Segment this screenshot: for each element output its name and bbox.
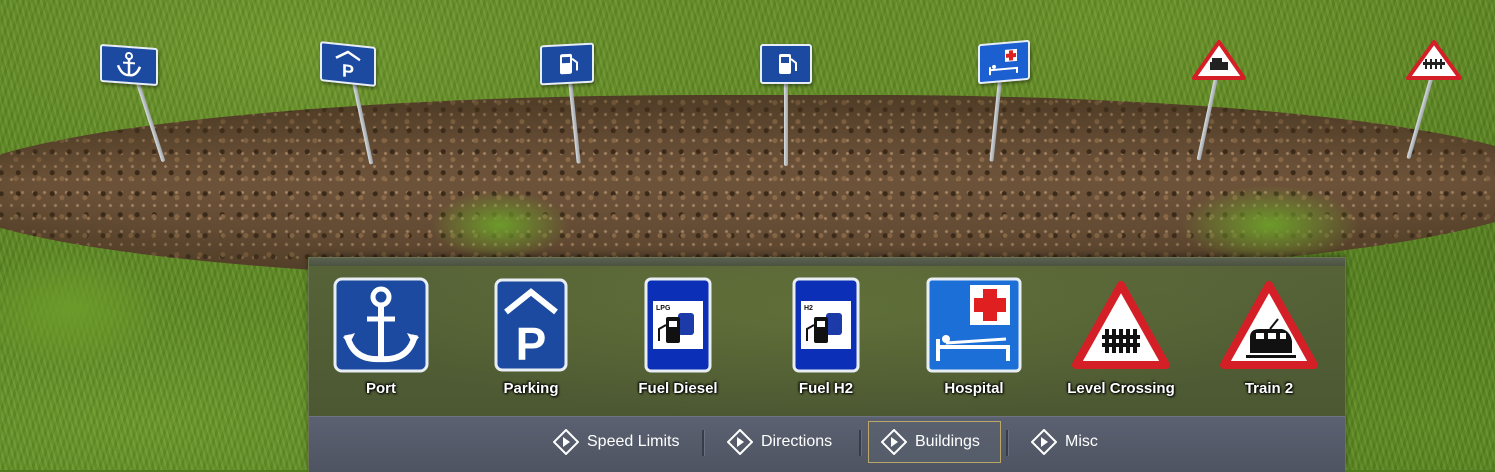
tab-directions[interactable]: Directions xyxy=(715,421,844,463)
sign-palette-items: Port P Parking LPG Fuel Diesel H2 Fuel H… xyxy=(309,266,1345,416)
grass-tuft xyxy=(430,190,570,260)
category-tab-bar: Speed Limits Directions Buildings Misc xyxy=(309,416,1345,472)
tab-label: Speed Limits xyxy=(587,433,680,450)
palette-item-port[interactable]: Port xyxy=(316,276,446,406)
tab-misc[interactable]: Misc xyxy=(1019,421,1110,463)
tab-label: Misc xyxy=(1065,433,1098,450)
lpg-fuel-pump-icon: LPG xyxy=(644,277,712,373)
palette-item-label: Parking xyxy=(503,380,559,397)
lpg-label: LPG xyxy=(656,305,671,312)
train-warning-icon xyxy=(1192,40,1246,80)
fuel-pump-icon xyxy=(779,54,797,74)
palette-item-label: Level Crossing xyxy=(1067,380,1175,397)
level-crossing-warning-icon xyxy=(1406,40,1462,80)
train-warning-icon xyxy=(1220,281,1318,369)
anchor-icon xyxy=(116,51,142,77)
covered-parking-icon: P xyxy=(335,50,361,81)
world-sign-parking[interactable]: P xyxy=(318,41,398,174)
world-sign-fuel-h2[interactable] xyxy=(760,44,840,174)
palette-item-level-crossing[interactable]: Level Crossing xyxy=(1056,276,1186,406)
world-sign-fuel-diesel[interactable] xyxy=(538,42,618,174)
svg-text:P: P xyxy=(342,60,354,80)
palette-item-fuel-h2[interactable]: H2 Fuel H2 xyxy=(761,276,891,406)
h2-fuel-pump-icon: H2 xyxy=(792,277,860,373)
tab-divider xyxy=(1006,430,1008,456)
tab-label: Directions xyxy=(761,433,833,450)
palette-item-hospital[interactable]: Hospital xyxy=(909,276,1039,406)
palette-item-train-2[interactable]: Train 2 xyxy=(1204,276,1334,406)
hospital-bed-icon xyxy=(989,48,1018,76)
world-sign-port[interactable] xyxy=(96,43,176,174)
hospital-bed-icon xyxy=(926,277,1022,373)
sign-palette-panel: Port P Parking LPG Fuel Diesel H2 Fuel H… xyxy=(308,257,1346,472)
palette-item-label: Fuel H2 xyxy=(798,380,854,397)
tab-speed-limits[interactable]: Speed Limits xyxy=(541,421,692,463)
tab-buildings[interactable]: Buildings xyxy=(868,421,1001,463)
diamond-arrow-icon xyxy=(727,429,753,455)
palette-item-fuel-diesel[interactable]: LPG Fuel Diesel xyxy=(613,276,743,406)
tab-divider xyxy=(702,430,704,456)
palette-item-label: Port xyxy=(366,380,396,397)
world-sign-level-crossing[interactable] xyxy=(1406,40,1486,170)
palette-item-parking[interactable]: P Parking xyxy=(466,276,596,406)
diamond-arrow-icon xyxy=(1031,429,1057,455)
diamond-arrow-icon xyxy=(881,429,907,455)
world-sign-train[interactable] xyxy=(1192,40,1272,170)
fuel-pump-icon xyxy=(560,53,578,75)
world-sign-hospital[interactable] xyxy=(978,39,1058,172)
level-crossing-warning-icon xyxy=(1072,281,1170,369)
palette-item-label: Fuel Diesel xyxy=(638,380,718,397)
tab-label: Buildings xyxy=(915,433,980,450)
covered-parking-icon: P xyxy=(494,278,568,372)
diamond-arrow-icon xyxy=(553,429,579,455)
anchor-icon xyxy=(333,277,429,373)
h2-label: H2 xyxy=(804,305,813,312)
tab-divider xyxy=(859,430,861,456)
palette-item-label: Hospital xyxy=(944,380,1004,397)
palette-item-label: Train 2 xyxy=(1244,380,1294,397)
svg-text:P: P xyxy=(516,318,547,370)
grass-tuft xyxy=(1180,185,1360,265)
